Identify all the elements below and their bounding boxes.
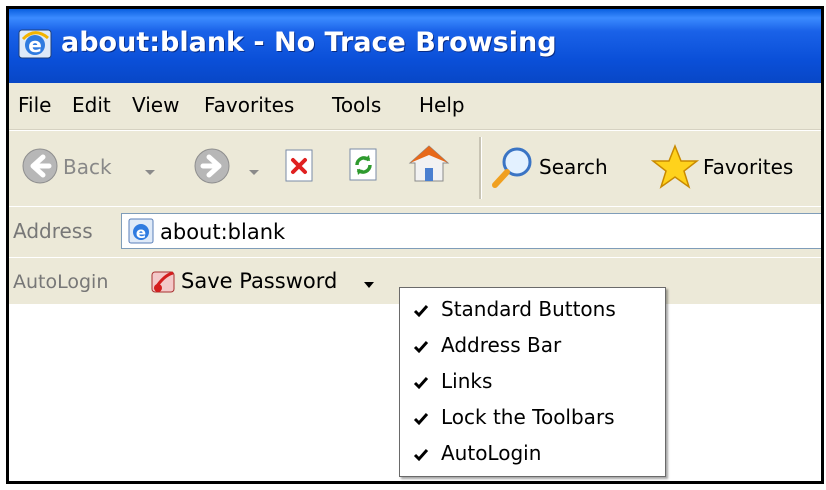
favorites-button[interactable]: Favorites xyxy=(651,131,821,206)
forward-icon[interactable] xyxy=(193,147,231,185)
address-bar: Address e about:blank xyxy=(9,206,821,258)
toolbar-context-menu: Standard Buttons Address Bar Links Lock … xyxy=(399,287,666,477)
svg-text:e: e xyxy=(28,33,42,57)
search-label: Search xyxy=(539,155,608,179)
menu-item-label: Address Bar xyxy=(441,333,562,357)
address-label: Address xyxy=(13,219,93,243)
check-icon xyxy=(413,377,429,390)
home-icon[interactable] xyxy=(407,143,451,185)
window-title: about:blank - No Trace Browsing xyxy=(61,27,557,58)
ie-icon: e xyxy=(18,29,52,59)
address-value: about:blank xyxy=(160,220,286,244)
back-label: Back xyxy=(63,155,112,179)
search-button[interactable]: Search xyxy=(491,131,641,206)
menu-item-label: Lock the Toolbars xyxy=(441,405,615,429)
menu-item-address-bar[interactable]: Address Bar xyxy=(400,327,665,361)
menu-item-label: Links xyxy=(441,369,493,393)
favorites-star-icon xyxy=(651,143,699,189)
standard-toolbar: Back Search Favorites xyxy=(9,130,821,207)
autologin-label: AutoLogin xyxy=(13,271,109,293)
menu-tools[interactable]: Tools xyxy=(332,93,381,117)
check-icon xyxy=(413,449,429,462)
menu-item-lock-toolbars[interactable]: Lock the Toolbars xyxy=(400,399,665,433)
autologin-dropdown-arrow[interactable] xyxy=(364,282,374,288)
page-ie-icon: e xyxy=(128,218,154,244)
title-bar[interactable]: e about:blank - No Trace Browsing xyxy=(9,9,821,83)
menu-item-standard-buttons[interactable]: Standard Buttons xyxy=(400,291,665,325)
forward-dropdown-arrow[interactable] xyxy=(249,170,259,175)
menu-bar: File Edit View Favorites Tools Help xyxy=(9,83,821,130)
back-icon xyxy=(22,148,58,184)
menu-item-label: AutoLogin xyxy=(441,441,542,465)
autologin-icon xyxy=(151,271,175,293)
check-icon xyxy=(413,413,429,426)
back-button[interactable]: Back xyxy=(13,131,163,206)
menu-item-autologin[interactable]: AutoLogin xyxy=(400,435,665,469)
address-input[interactable]: e about:blank xyxy=(121,213,821,249)
refresh-icon[interactable] xyxy=(346,147,382,183)
check-icon xyxy=(413,305,429,318)
menu-item-links[interactable]: Links xyxy=(400,363,665,397)
menu-file[interactable]: File xyxy=(18,93,51,117)
back-dropdown-arrow[interactable] xyxy=(145,170,155,175)
menu-item-label: Standard Buttons xyxy=(441,297,616,321)
toolbar-separator xyxy=(479,137,482,199)
save-password-button[interactable]: Save Password xyxy=(181,269,337,293)
search-icon xyxy=(492,147,532,188)
menu-help[interactable]: Help xyxy=(419,93,465,117)
check-icon xyxy=(413,341,429,354)
favorites-label: Favorites xyxy=(703,155,794,179)
menu-favorites[interactable]: Favorites xyxy=(204,93,294,117)
menu-view[interactable]: View xyxy=(132,93,179,117)
stop-icon[interactable] xyxy=(283,149,317,183)
menu-edit[interactable]: Edit xyxy=(72,93,111,117)
svg-text:e: e xyxy=(136,224,146,242)
browser-window: e about:blank - No Trace Browsing File E… xyxy=(6,6,824,484)
